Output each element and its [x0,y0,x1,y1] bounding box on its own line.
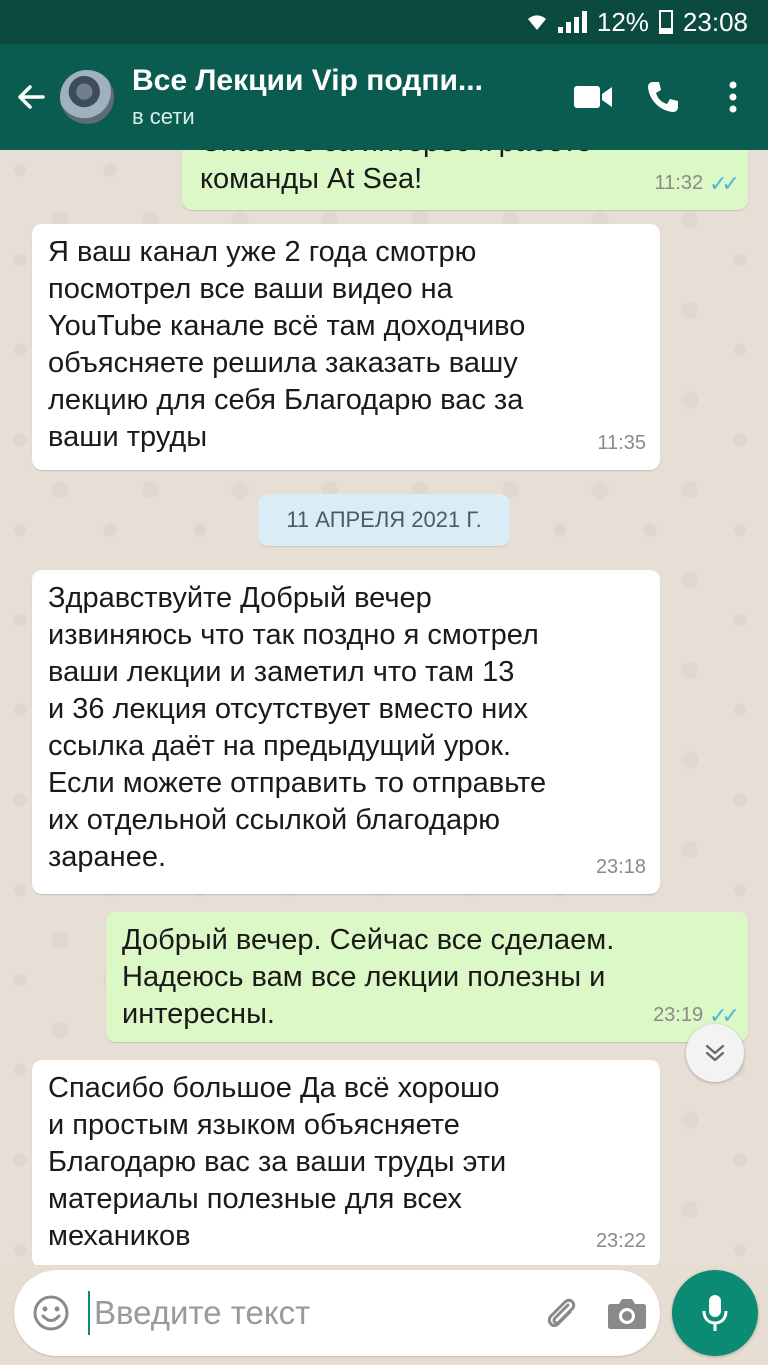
video-call-button[interactable] [558,44,628,150]
status-bar: 12% 23:08 [0,0,768,44]
emoji-icon [33,1295,69,1331]
message-time: 11:32 [654,172,704,194]
wifi-icon [527,15,546,30]
arrow-left-icon [18,85,45,109]
chevron-down-icon [705,1044,725,1062]
clock: 23:08 [682,6,748,37]
contact-status: в сети [132,104,195,129]
avatar[interactable] [60,70,114,124]
message-time: 23:19 [653,1004,704,1026]
message-input[interactable] [88,1291,528,1335]
voice-call-button[interactable] [628,44,698,150]
camera-icon [608,1299,646,1329]
contact-info[interactable]: Все Лекции Vip подпи... в сети [132,64,558,130]
composer [14,1270,660,1356]
message-incoming[interactable]: Я ваш канал уже 2 года смотрю посмотрел … [32,224,660,470]
scroll-to-bottom-button[interactable] [686,1024,744,1082]
battery-percent: 12% [596,6,649,37]
emoji-button[interactable] [14,1294,88,1332]
message-meta: 11:35 [597,425,646,462]
microphone-icon [702,1295,728,1331]
double-check-icon: ✓✓ [709,171,740,196]
attach-button[interactable] [528,1293,594,1333]
message-time: 23:18 [595,856,646,878]
phone-icon [648,82,678,112]
video-camera-icon [574,86,612,108]
message-text: Здравствуйте Добрый вечер извиняюсь что … [48,582,547,873]
paperclip-icon [547,1298,576,1328]
message-outgoing[interactable]: Спасибо за интерес к работе команды At S… [182,150,748,210]
message-text: Спасибо за интерес к работе команды At S… [200,150,592,195]
message-meta: 23:22 [596,1223,646,1260]
chat-header: Все Лекции Vip подпи... в сети [0,44,768,150]
message-time: 23:22 [595,1230,646,1252]
more-options-button[interactable] [698,44,768,150]
message-outgoing[interactable]: Добрый вечер. Сейчас все сделаем. Надеюс… [106,912,748,1042]
date-separator: 11 АПРЕЛЯ 2021 Г. [258,494,510,546]
message-text: Я ваш канал уже 2 года смотрю посмотрел … [48,236,526,453]
back-button[interactable] [0,44,62,150]
message-meta: 23:18 [596,849,646,886]
message-time: 11:35 [597,432,646,454]
message-text: Добрый вечер. Сейчас все сделаем. Надеюс… [122,924,615,1030]
voice-message-button[interactable] [672,1270,758,1356]
signal-icon [557,11,587,33]
camera-button[interactable] [594,1296,660,1330]
message-incoming[interactable]: Здравствуйте Добрый вечер извиняюсь что … [32,570,660,894]
message-text: Спасибо большое Да всё хорошо и простым … [48,1072,507,1252]
chat-title: Все Лекции Vip подпи... [132,64,483,97]
battery-icon [658,10,673,34]
message-meta: 11:32 ✓✓ [654,165,740,202]
message-incoming[interactable]: Спасибо большое Да всё хорошо и простым … [32,1060,660,1265]
message-list[interactable]: Спасибо за интерес к работе команды At S… [0,150,768,1265]
more-vertical-icon [729,81,737,113]
